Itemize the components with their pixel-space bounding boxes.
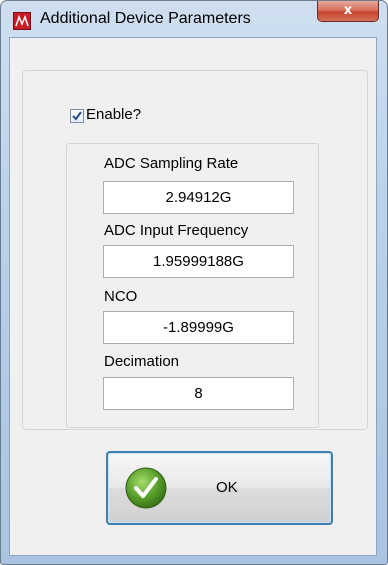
checkmark-icon xyxy=(72,111,82,121)
decimation-label: Decimation xyxy=(104,353,180,370)
ok-label: OK xyxy=(216,479,238,496)
ok-button[interactable]: OK xyxy=(106,451,333,525)
close-button[interactable]: x xyxy=(317,1,379,22)
decimation-field[interactable]: 8 xyxy=(103,377,294,410)
app-icon[interactable] xyxy=(13,12,31,30)
adc-input-frequency-field[interactable]: 1.95999188G xyxy=(103,245,294,278)
adc-input-frequency-label: ADC Input Frequency xyxy=(104,222,249,239)
adc-sampling-rate-field[interactable]: 2.94912G xyxy=(103,181,294,214)
enable-checkbox[interactable] xyxy=(70,109,84,123)
adc-sampling-rate-label: ADC Sampling Rate xyxy=(104,155,239,172)
green-checkmark-icon xyxy=(125,467,167,509)
title-bar[interactable]: Additional Device Parameters x xyxy=(1,1,387,37)
nco-field[interactable]: -1.89999G xyxy=(103,311,294,344)
close-icon: x xyxy=(343,3,353,18)
window-title: Additional Device Parameters xyxy=(40,10,251,27)
app-logo-icon xyxy=(15,14,29,27)
nco-label: NCO xyxy=(104,288,138,305)
enable-label[interactable]: Enable? xyxy=(86,106,141,123)
